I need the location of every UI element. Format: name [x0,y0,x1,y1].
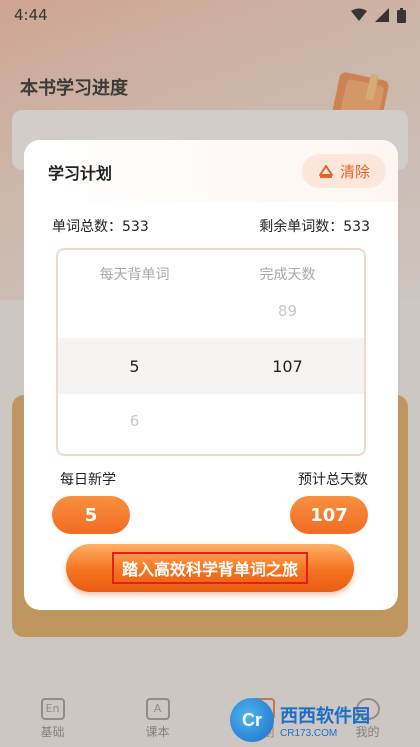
start-learning-button[interactable]: 踏入高效科学背单词之旅 [66,544,354,592]
watermark-sub: CR173.COM [280,727,338,739]
dialog-title: 学习计划 [48,164,113,183]
study-plan-dialog: 学习计划 清除 单词总数：533 剩余单词数：533 每天背单词 完成天数 89… [24,140,398,610]
total-words: 单词总数：533 [52,219,149,235]
picker-days-below [211,412,364,430]
clear-button[interactable]: 清除 [302,154,386,188]
start-learning-label: 踏入高效科学背单词之旅 [111,552,308,584]
watermark-main: 西西软件园 [280,705,370,727]
total-days-badge: 107 [290,496,368,534]
remaining-words: 剩余单词数：533 [259,219,370,235]
picker-row-selected[interactable]: 5 107 [58,338,364,394]
days-header: 完成天数 [259,267,316,283]
picker-words-above [58,302,211,320]
picker-words-below: 6 [129,412,140,430]
picker-days-selected: 107 [272,356,303,376]
picker-header: 每天背单词 完成天数 [58,264,364,284]
watermark-logo-icon: Cr [230,698,274,742]
plan-picker[interactable]: 每天背单词 完成天数 89 5 107 6 [56,248,366,456]
picker-row-above[interactable]: 89 [58,302,364,320]
summary-labels: 每日新学 预计总天数 [60,469,368,489]
picker-days-above: 89 [277,302,298,320]
words-per-day-header: 每天背单词 [99,267,170,283]
daily-new-label: 每日新学 [60,472,116,488]
word-stats: 单词总数：533 剩余单词数：533 [52,216,370,236]
picker-words-selected: 5 [129,356,140,376]
daily-new-badge: 5 [52,496,130,534]
watermark: Cr 西西软件园 CR173.COM [230,698,410,742]
clear-label: 清除 [339,162,370,181]
picker-row-below[interactable]: 6 [58,412,364,430]
eraser-icon [318,165,333,178]
total-days-label: 预计总天数 [298,472,368,488]
